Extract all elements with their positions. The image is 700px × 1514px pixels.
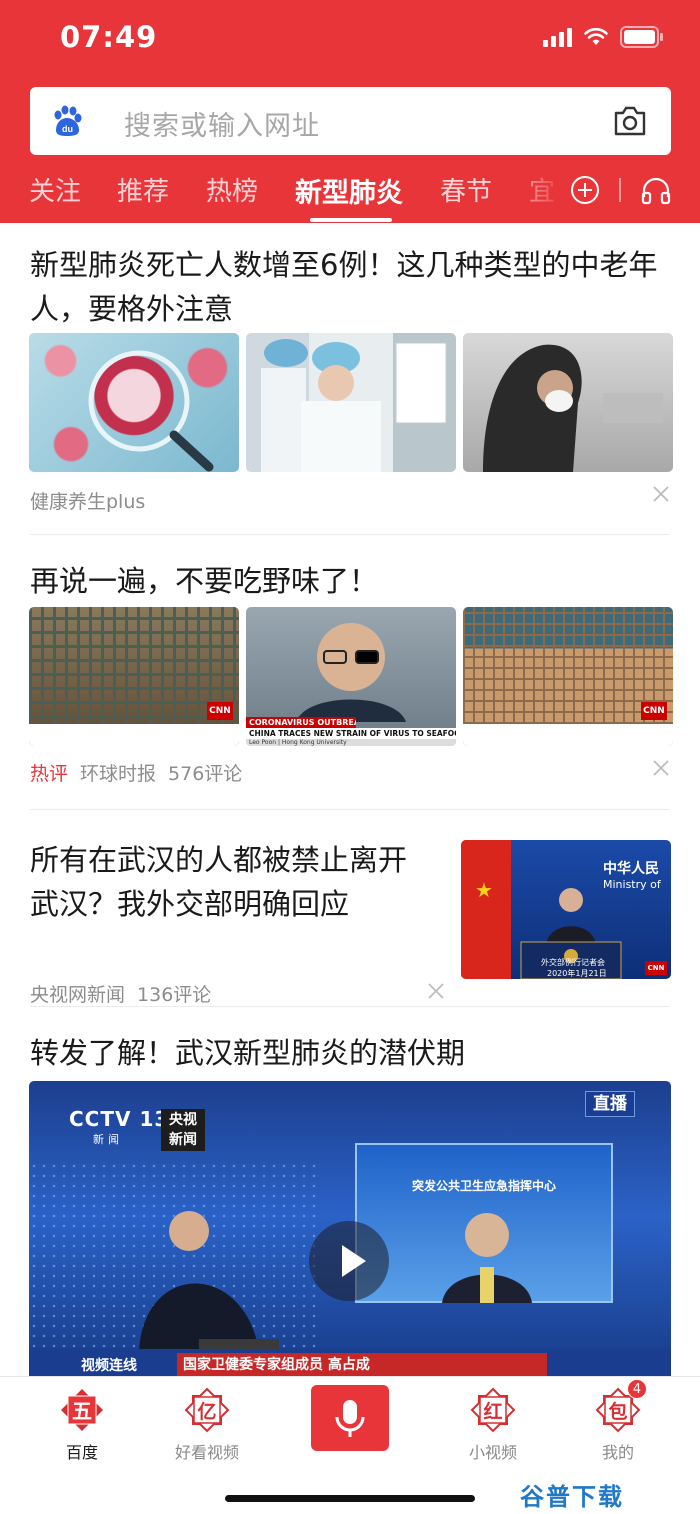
medical-staff-figures [261,339,447,472]
tab-new-pneumonia[interactable]: 新型肺炎 [295,171,403,210]
close-icon[interactable] [427,982,445,1000]
video-caption: CHINA TRACES NEW STRAIN OF VIRUS TO SEAF… [246,728,456,739]
profile-icon: 包 4 [595,1379,647,1433]
play-icon [342,1245,366,1277]
play-button[interactable] [309,1221,389,1301]
baidu-logo-text: du [62,124,73,134]
haokan-video-icon: 亿 [184,1387,230,1433]
tab-follow[interactable]: 关注 [29,171,81,208]
battery-icon [620,26,663,48]
article-source[interactable]: 健康养生plus [30,487,145,514]
home-indicator[interactable] [225,1495,475,1502]
ticker-label: 视频连线 [81,1358,137,1374]
tab-recommend[interactable]: 推荐 [117,171,169,208]
video-caption-strip [463,724,673,746]
nav-haokan-video[interactable]: 亿 好看视频 [157,1387,257,1463]
channel-tabs: 关注 推荐 热榜 新型肺炎 春节 宜 [0,163,700,223]
camera-icon[interactable] [613,105,647,137]
close-icon[interactable] [652,485,670,503]
virus-illustration-image[interactable] [29,333,239,472]
nav-label: 百度 [65,1443,98,1462]
speaker-caption: Leo Poon | Hong Kong University [246,739,456,746]
nav-glyph: 红 [483,1400,502,1423]
headphone-icon[interactable] [640,175,672,205]
tab-fade [505,163,565,223]
video-ticker: 视频连线 国家卫健委专家组成员 高占成 [29,1349,671,1376]
ticker-headline: 国家卫健委专家组成员 高占成 [177,1353,547,1376]
briefing-caption: 外交部例行记者会 [541,958,605,967]
search-bar[interactable]: du 搜索或输入网址 [30,87,671,155]
video-news-item[interactable]: 转发了解！武汉新型肺炎的潜伏期 CCTV 13 新闻 央视新闻 直播 突发公共卫… [0,1007,700,1376]
caged-animals-image[interactable]: CNN [29,607,239,746]
nav-mine[interactable]: 包 4 我的 [568,1379,668,1463]
comment-count[interactable]: 136评论 [137,980,211,1007]
status-icons [543,26,664,48]
search-input[interactable]: 搜索或输入网址 [124,104,320,143]
nav-glyph: 包 [608,1400,627,1423]
news-item[interactable]: 新型肺炎死亡人数增至6例！这几种类型的中老年人，要格外注意 健康养生plus [0,223,700,535]
wifi-icon [584,28,608,45]
article-title[interactable]: 所有在武汉的人都被禁止离开武汉？我外交部明确回应 [30,838,430,926]
tab-spring-festival[interactable]: 春节 [440,171,492,208]
close-icon[interactable] [652,759,670,777]
baidu-home-icon: 五 [59,1387,105,1433]
notification-badge: 4 [627,1379,647,1399]
app-header: 07:49 du 搜索或输入网址 关注 推荐 热榜 新型肺炎 春节 [0,0,700,223]
press-conference-image[interactable]: ★ 中华人民 Ministry of 外交部例行记者会 2020年1月21日 C… [461,840,671,979]
add-channel-icon[interactable] [570,175,600,205]
cnn-logo: CNN [641,702,667,720]
article-title[interactable]: 转发了解！武汉新型肺炎的潜伏期 [30,1031,670,1075]
active-tab-indicator [310,218,392,222]
cnn-interview-image[interactable]: CORONAVIRUS OUTBREAK CHINA TRACES NEW ST… [246,607,456,746]
magnifier-icon [88,350,214,472]
nav-short-video[interactable]: 红 小视频 [443,1387,543,1463]
cnn-logo: CNN [645,961,667,975]
article-meta: 健康养生plus [30,487,145,514]
status-bar: 07:49 [0,0,700,78]
voice-search-button[interactable] [311,1385,389,1451]
masked-person-image[interactable] [463,333,673,472]
nav-label: 小视频 [468,1443,517,1462]
news-item[interactable]: 所有在武汉的人都被禁止离开武汉？我外交部明确回应 ★ 中华人民 Ministry… [0,810,700,1007]
medical-staff-image[interactable] [246,333,456,472]
article-title[interactable]: 再说一遍，不要吃野味了！ [30,559,670,603]
video-caption-strip [29,724,239,746]
masked-person-figure [483,344,663,472]
article-source[interactable]: 央视网新闻 [30,980,125,1007]
baidu-paw-icon: du [54,105,82,136]
nav-label: 我的 [601,1443,634,1462]
breaking-label: CORONAVIRUS OUTBREAK [246,717,356,728]
microphone-icon [335,1400,365,1437]
tab-hot-list[interactable]: 热榜 [206,171,258,208]
hot-comment-tag: 热评 [30,763,69,785]
short-video-icon: 红 [470,1387,516,1433]
nav-glyph: 五 [72,1399,92,1423]
briefing-date: 2020年1月21日 [547,969,607,978]
nav-glyph: 亿 [197,1400,216,1423]
article-meta: 央视网新闻 136评论 [30,980,211,1007]
nav-baidu[interactable]: 五 百度 [32,1387,132,1463]
article-source[interactable]: 环球时报 [80,759,156,786]
cnn-logo: CNN [207,702,233,720]
tab-separator [619,178,621,202]
comment-count[interactable]: 576评论 [168,759,242,786]
news-item[interactable]: 再说一遍，不要吃野味了！ CNN CORONAVIRUS OUTBREAK CH… [0,535,700,810]
market-cages-image[interactable]: CNN [463,607,673,746]
news-feed[interactable]: 新型肺炎死亡人数增至6例！这几种类型的中老年人，要格外注意 健康养生plus 再… [0,223,700,1376]
video-player[interactable]: CCTV 13 新闻 央视新闻 直播 突发公共卫生应急指挥中心 视频连线 国家卫… [29,1081,671,1376]
article-meta: 热评 环球时报 576评论 [30,759,242,786]
article-title[interactable]: 新型肺炎死亡人数增至6例！这几种类型的中老年人，要格外注意 [30,243,670,331]
cellular-signal-icon [543,27,572,47]
nav-label: 好看视频 [174,1443,239,1462]
watermark: 谷普下载 [520,1483,624,1511]
bottom-nav: 五 百度 亿 好看视频 红 小视频 包 4 我的 谷普下载 [0,1376,700,1514]
image-row: CNN CORONAVIRUS OUTBREAK CHINA TRACES NE… [29,607,673,746]
image-row [29,333,673,472]
status-time: 07:49 [60,20,158,54]
